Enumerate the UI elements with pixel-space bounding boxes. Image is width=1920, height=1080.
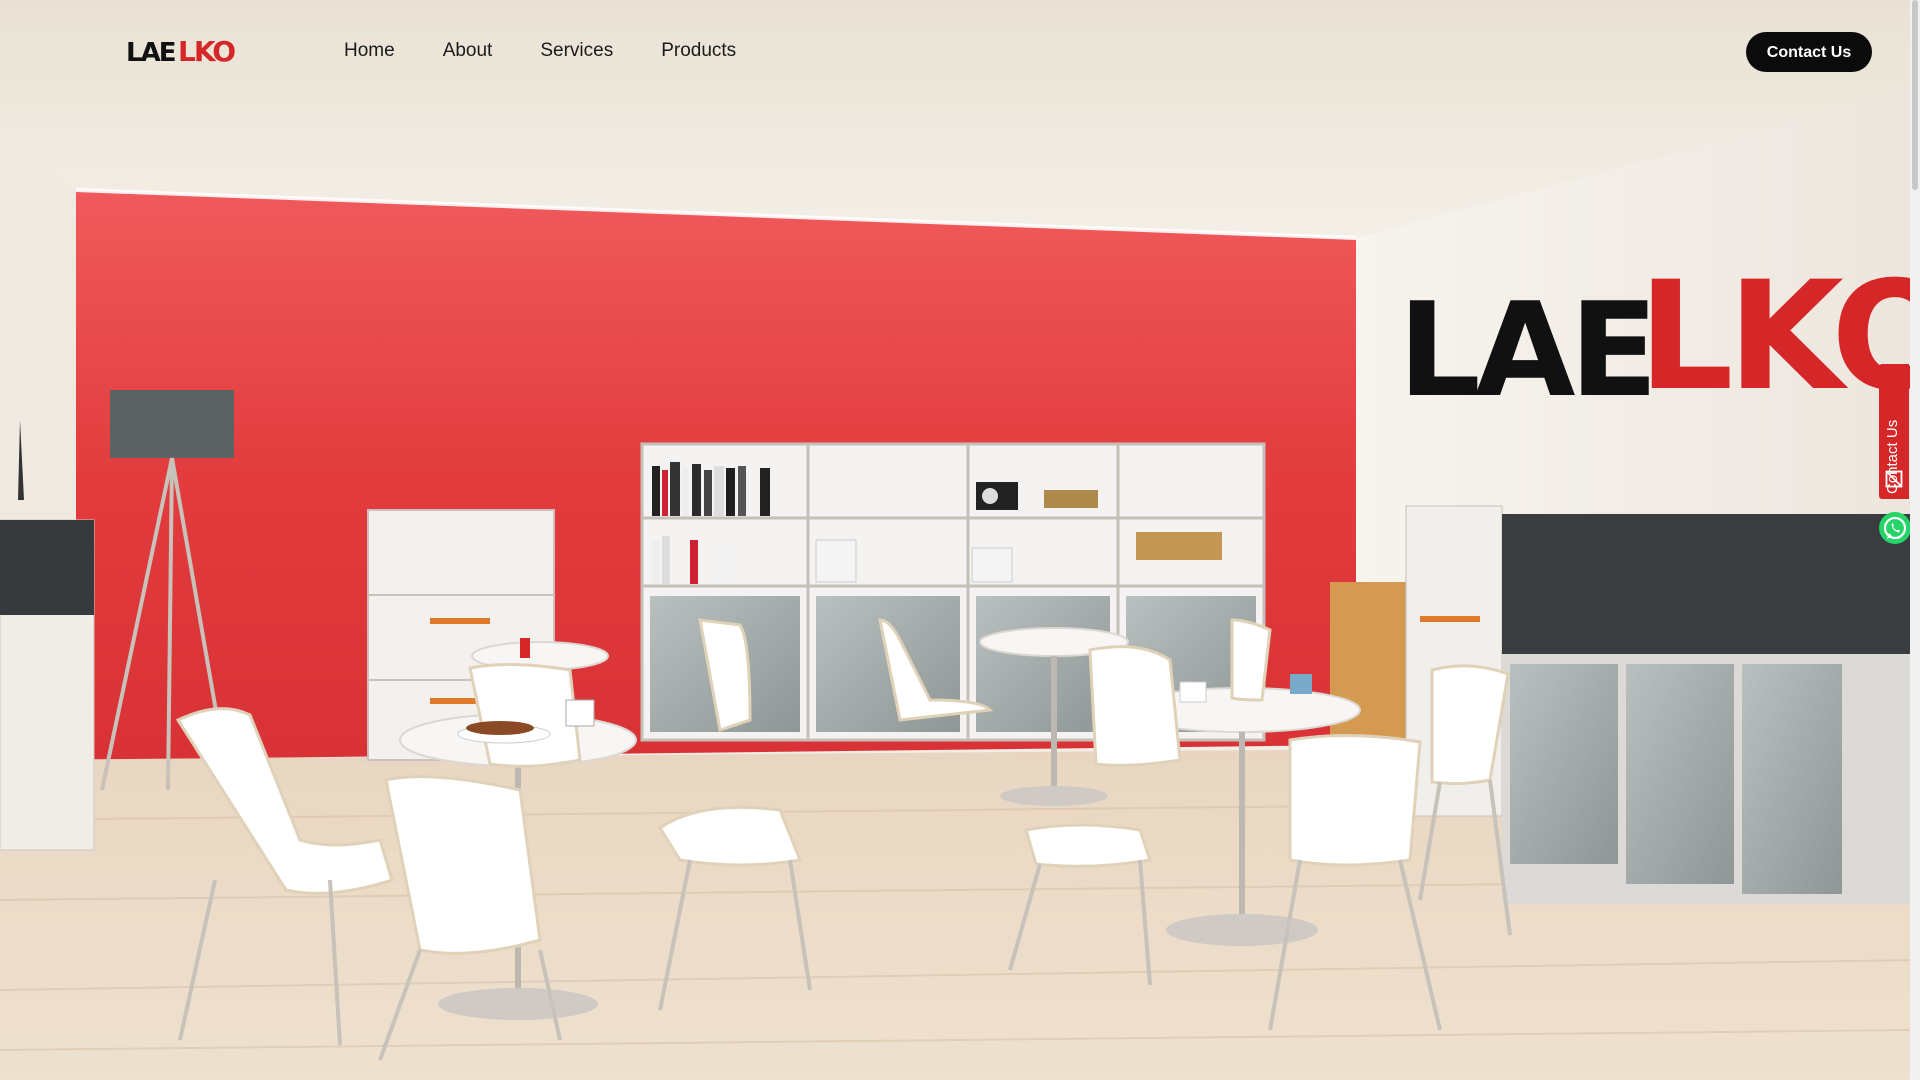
scrollbar-thumb[interactable] bbox=[1912, 0, 1918, 190]
hero-image: LAE LKO bbox=[0, 0, 1910, 1080]
svg-text:LKO: LKO bbox=[1638, 250, 1910, 424]
side-contact-tab[interactable]: Contact Us bbox=[1879, 364, 1909, 499]
brand-logo[interactable]: LAE LKO bbox=[126, 34, 258, 68]
whatsapp-chat-button[interactable] bbox=[1879, 512, 1911, 544]
brand-logo-mark: LAE LKO bbox=[126, 35, 237, 68]
svg-text:LKO: LKO bbox=[178, 35, 235, 68]
main-nav: Home About Services Products bbox=[344, 36, 784, 66]
svg-text:LAE: LAE bbox=[1398, 274, 1652, 426]
contact-us-button[interactable]: Contact Us bbox=[1746, 32, 1872, 72]
site-header: LAE LKO Home About Services Products Con… bbox=[0, 0, 1910, 104]
svg-text:LAE: LAE bbox=[126, 38, 175, 68]
page: LAE LKO LAE LKO Home About Services Prod… bbox=[0, 0, 1920, 1080]
page-scrollbar[interactable] bbox=[1910, 0, 1920, 1080]
whatsapp-icon bbox=[1883, 516, 1907, 540]
nav-services[interactable]: Services bbox=[540, 36, 613, 66]
nav-about[interactable]: About bbox=[443, 36, 493, 66]
nav-home[interactable]: Home bbox=[344, 36, 395, 66]
mail-icon bbox=[1885, 470, 1903, 488]
nav-products[interactable]: Products bbox=[661, 36, 736, 66]
